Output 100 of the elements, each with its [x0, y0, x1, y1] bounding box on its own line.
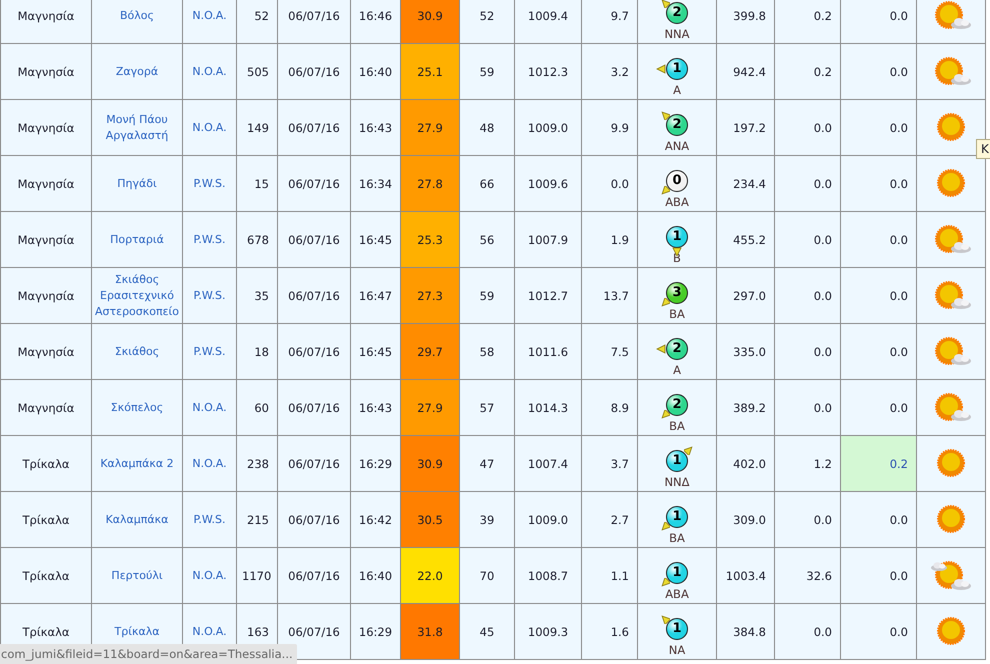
- table-cell: 16:40: [350, 44, 400, 100]
- table-cell: 15: [236, 156, 278, 212]
- table-cell: 197.2: [716, 100, 774, 156]
- table-cell: 1.1: [582, 548, 638, 604]
- table-cell: 0.0: [774, 156, 840, 212]
- table-cell: 57: [460, 380, 514, 436]
- table-cell: 13.7: [582, 268, 638, 324]
- table-cell: 0.0: [840, 0, 916, 44]
- table-cell: 678: [236, 212, 278, 268]
- table-cell: 27.8: [400, 156, 460, 212]
- table-cell: 9.7: [582, 0, 638, 44]
- table-cell: Τρίκαλα: [0, 436, 92, 492]
- table-cell: 06/07/16: [278, 212, 350, 268]
- table-cell: 0.0: [774, 268, 840, 324]
- table-cell: 0.0: [840, 604, 916, 660]
- wind-force-badge: 3: [666, 282, 688, 304]
- table-cell: 06/07/16: [278, 548, 350, 604]
- table-cell: 384.8: [716, 604, 774, 660]
- table-cell: 16:40: [350, 548, 400, 604]
- table-cell: 9.9: [582, 100, 638, 156]
- table-cell: 06/07/16: [278, 44, 350, 100]
- table-cell: 16:43: [350, 380, 400, 436]
- wind-direction: A: [672, 82, 682, 98]
- table-cell: 1009.3: [514, 604, 582, 660]
- table-cell: 1170: [236, 548, 278, 604]
- table-cell: 0.0: [840, 44, 916, 100]
- table-cell: 31.8: [400, 604, 460, 660]
- tooltip: K: [976, 139, 990, 159]
- table-cell: 1007.9: [514, 212, 582, 268]
- table-cell: 149: [236, 100, 278, 156]
- wind-direction: BA: [668, 530, 686, 546]
- table-cell: 66: [460, 156, 514, 212]
- table-cell: 234.4: [716, 156, 774, 212]
- table-cell: 70: [460, 548, 514, 604]
- table-cell: 35: [236, 268, 278, 324]
- table-cell: 8.9: [582, 380, 638, 436]
- wind-direction: ANA: [664, 138, 690, 154]
- table-cell: 0.0: [840, 492, 916, 548]
- wind-direction: BA: [668, 306, 686, 322]
- table-cell: 0.0: [582, 156, 638, 212]
- table-cell: 27.3: [400, 268, 460, 324]
- table-cell: 29.7: [400, 324, 460, 380]
- table-cell: 16:46: [350, 0, 400, 44]
- table-cell: 1009.6: [514, 156, 582, 212]
- table-cell: 16:45: [350, 212, 400, 268]
- table-cell: 1003.4: [716, 548, 774, 604]
- table-cell: 0.0: [840, 380, 916, 436]
- table-cell: 52: [460, 0, 514, 44]
- table-cell: 59: [460, 44, 514, 100]
- table-cell: 2.7: [582, 492, 638, 548]
- table-cell: 1012.7: [514, 268, 582, 324]
- table-cell: 0.2: [840, 436, 916, 492]
- wind-direction: NNΔ: [663, 474, 691, 490]
- table-cell: 1007.4: [514, 436, 582, 492]
- table-cell: Τρίκαλα: [0, 548, 92, 604]
- table-cell: 27.9: [400, 380, 460, 436]
- table-cell: 942.4: [716, 44, 774, 100]
- table-cell: 335.0: [716, 324, 774, 380]
- table-cell: 1.2: [774, 436, 840, 492]
- table-cell: 06/07/16: [278, 436, 350, 492]
- table-cell: 18: [236, 324, 278, 380]
- table-cell: 0.0: [840, 548, 916, 604]
- table-cell: 0.0: [774, 380, 840, 436]
- table-cell: Μαγνησία: [0, 324, 92, 380]
- table-cell: 25.1: [400, 44, 460, 100]
- table-cell: Τρίκαλα: [0, 492, 92, 548]
- table-cell: 58: [460, 324, 514, 380]
- table-cell: 3.7: [582, 436, 638, 492]
- table-cell: 1009.0: [514, 492, 582, 548]
- table-cell: 25.3: [400, 212, 460, 268]
- table-cell: 60: [236, 380, 278, 436]
- table-cell: 1.6: [582, 604, 638, 660]
- table-cell: 30.9: [400, 0, 460, 44]
- table-cell: 1008.7: [514, 548, 582, 604]
- wind-direction: BA: [668, 418, 686, 434]
- table-cell: 0.0: [840, 324, 916, 380]
- table-cell: 59: [460, 268, 514, 324]
- table-cell: 16:45: [350, 324, 400, 380]
- wind-force-badge: 1: [666, 562, 688, 584]
- table-cell: 309.0: [716, 492, 774, 548]
- table-cell: 22.0: [400, 548, 460, 604]
- table-cell: 505: [236, 44, 278, 100]
- table-cell: 1014.3: [514, 380, 582, 436]
- table-cell: 06/07/16: [278, 492, 350, 548]
- table-cell: 402.0: [716, 436, 774, 492]
- table-cell: 16:29: [350, 436, 400, 492]
- wind-force-badge: 2: [666, 2, 688, 24]
- table-cell: 7.5: [582, 324, 638, 380]
- table-cell: 0.2: [774, 44, 840, 100]
- wind-force-badge: 2: [666, 338, 688, 360]
- table-cell: Μαγνησία: [0, 268, 92, 324]
- table-cell: 16:47: [350, 268, 400, 324]
- wind-force-badge: 1: [666, 450, 688, 472]
- wind-force-badge: 2: [666, 394, 688, 416]
- table-cell: 06/07/16: [278, 156, 350, 212]
- table-cell: 238: [236, 436, 278, 492]
- table-cell: 1009.4: [514, 0, 582, 44]
- table-cell: 0.0: [774, 604, 840, 660]
- table-cell: 16:34: [350, 156, 400, 212]
- wind-direction: A: [672, 362, 682, 378]
